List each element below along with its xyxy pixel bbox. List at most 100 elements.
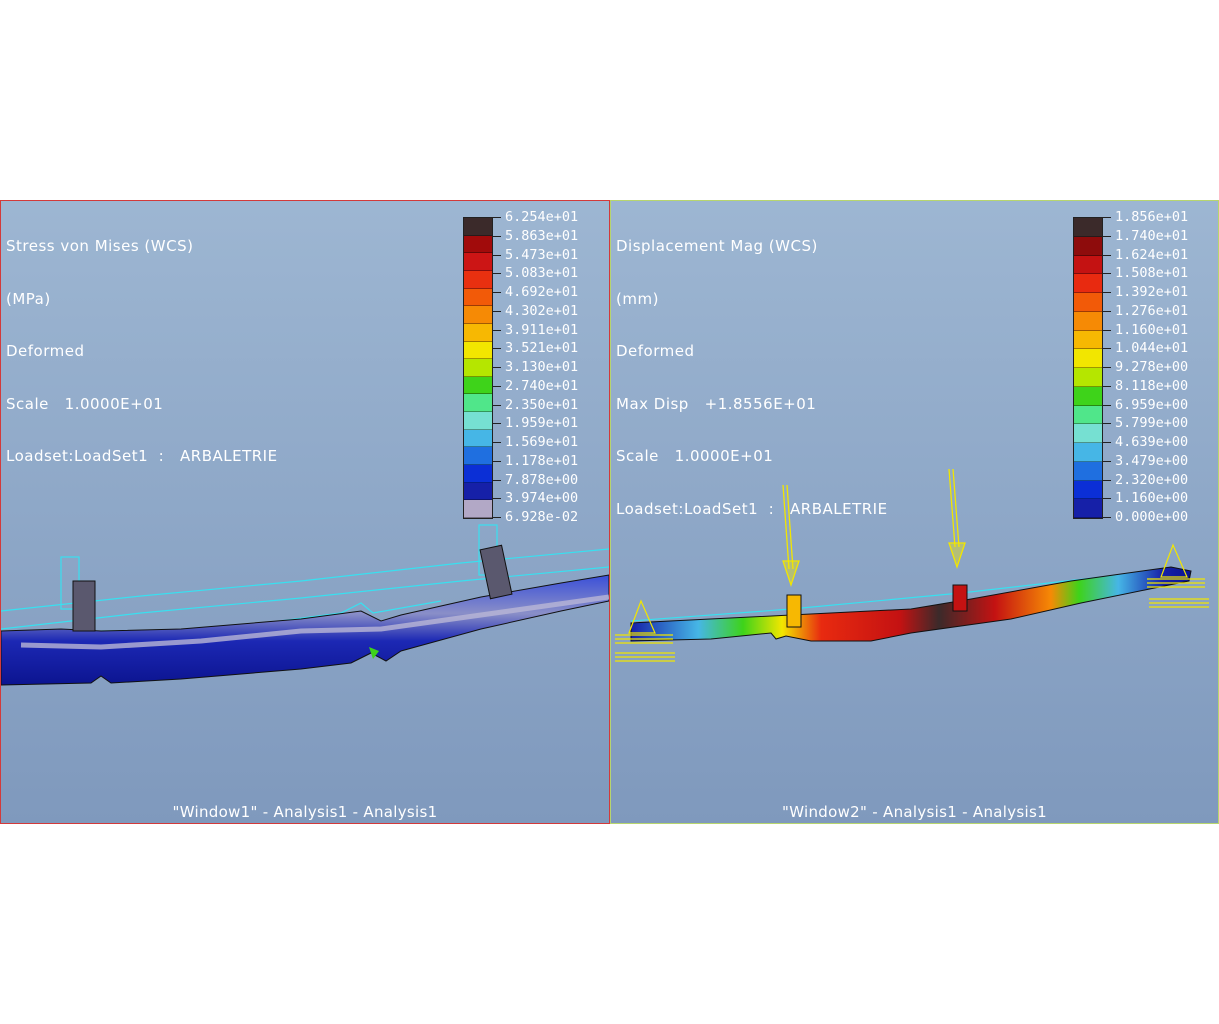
- legend-swatch: [464, 270, 492, 289]
- legend-swatch: [1074, 330, 1102, 350]
- legend-swatch: [464, 429, 492, 448]
- legend-swatch: [464, 341, 492, 360]
- legend-tick: [1103, 517, 1111, 518]
- legend-value: 1.959e+01: [505, 415, 579, 432]
- legend-value: 0.000e+00: [1115, 509, 1189, 525]
- legend-swatch: [1074, 461, 1102, 481]
- legend-tick: [1103, 254, 1111, 256]
- load-arrow-left: [782, 484, 800, 588]
- legend-tick: [1103, 329, 1111, 331]
- legend-value: 5.083e+01: [505, 265, 579, 282]
- legend-value: 8.118e+00: [1115, 377, 1189, 394]
- legend-value: 3.911e+01: [505, 321, 579, 338]
- deformed-beam: [630, 566, 1192, 642]
- legend-tick: [493, 235, 501, 237]
- deformed-post-left: [72, 580, 96, 632]
- legend-value: 6.254e+01: [505, 209, 579, 225]
- legend-tick: [1103, 498, 1111, 500]
- legend-swatch: [1074, 236, 1102, 256]
- legend-value: 4.639e+00: [1115, 434, 1189, 450]
- legend-swatch: [464, 482, 492, 501]
- legend-value: 1.856e+01: [1115, 209, 1189, 225]
- legend-colorbar: [463, 217, 493, 519]
- legend-value: 1.044e+01: [1115, 340, 1189, 357]
- legend-value: 3.521e+01: [505, 340, 579, 357]
- legend-value: 1.160e+01: [1115, 321, 1189, 338]
- legend-swatch: [464, 447, 492, 466]
- viewport-window1[interactable]: Stress von Mises (WCS) (MPa) Deformed Sc…: [0, 200, 610, 824]
- legend-tick: [493, 423, 501, 425]
- legend-swatch: [464, 412, 492, 430]
- legend-tick: [493, 460, 501, 462]
- legend-tick: [493, 292, 501, 293]
- legend-tick: [493, 348, 501, 350]
- window-footer: "Window2" - Analysis1 - Analysis1: [782, 803, 1047, 821]
- legend-swatch: [464, 465, 492, 483]
- legend-swatch: [464, 218, 492, 236]
- legend-swatch: [464, 359, 492, 377]
- legend-value: 3.974e+00: [505, 490, 579, 507]
- legend-tick: [1103, 348, 1111, 350]
- legend-swatch: [1074, 386, 1102, 406]
- legend-tick: [493, 310, 501, 312]
- legend-tick: [493, 442, 501, 443]
- legend-value: 1.178e+01: [505, 452, 579, 469]
- post-right: [952, 584, 968, 612]
- legend-colorbar: [1073, 217, 1103, 519]
- legend-value: 1.392e+01: [1115, 284, 1189, 300]
- legend-value: 2.320e+00: [1115, 471, 1189, 488]
- window-footer: "Window1" - Analysis1 - Analysis1: [172, 803, 438, 821]
- legend-swatch: [464, 235, 492, 254]
- legend-value: 6.928e-02: [505, 509, 579, 525]
- legend-swatch: [1074, 349, 1102, 368]
- legend-value: 3.130e+01: [505, 359, 579, 375]
- post-left: [786, 594, 802, 628]
- viewport-window2[interactable]: Displacement Mag (WCS) (mm) Deformed Max…: [610, 200, 1219, 824]
- legend-tick: [493, 479, 501, 481]
- legend-tick: [1103, 367, 1111, 368]
- legend-value: 5.799e+00: [1115, 415, 1189, 432]
- legend-swatch: [1074, 424, 1102, 443]
- legend-value: 4.302e+01: [505, 302, 579, 319]
- legend-value: 1.160e+00: [1115, 490, 1189, 507]
- legend-swatch: [1074, 218, 1102, 237]
- legend-tick: [493, 498, 501, 500]
- legend-tick: [493, 385, 501, 387]
- load-arrow-right: [948, 468, 966, 570]
- legend-value: 1.569e+01: [505, 434, 579, 450]
- legend-tick: [1103, 385, 1111, 387]
- legend-swatch: [1074, 443, 1102, 462]
- legend-swatch: [1074, 368, 1102, 387]
- legend-value: 1.624e+01: [1115, 246, 1189, 263]
- legend-swatch: [464, 253, 492, 271]
- legend-tick: [493, 254, 501, 256]
- legend-value: 4.692e+01: [505, 284, 579, 300]
- legend-swatch: [464, 306, 492, 324]
- legend-swatch: [464, 500, 492, 518]
- legend-tick: [1103, 423, 1111, 425]
- legend-tick: [493, 404, 501, 406]
- legend-swatch: [1074, 311, 1102, 331]
- legend-tick: [1103, 235, 1111, 237]
- legend-swatch: [1074, 274, 1102, 293]
- legend-swatch: [1074, 405, 1102, 425]
- legend-value: 7.878e+00: [505, 471, 579, 488]
- legend-value: 2.740e+01: [505, 377, 579, 394]
- legend-tick: [1103, 460, 1111, 462]
- legend-value: 2.350e+01: [505, 396, 579, 413]
- legend-value: 6.959e+00: [1115, 396, 1189, 413]
- legend-tick: [493, 217, 501, 218]
- legend-tick: [493, 273, 501, 275]
- legend-swatch: [1074, 480, 1102, 500]
- legend-tick: [1103, 404, 1111, 406]
- legend-swatch: [464, 323, 492, 342]
- legend-tick: [1103, 273, 1111, 275]
- legend-tick: [493, 517, 501, 518]
- legend-tick: [1103, 479, 1111, 481]
- legend-value: 5.863e+01: [505, 227, 579, 244]
- legend-value: 1.740e+01: [1115, 227, 1189, 244]
- legend-swatch: [1074, 255, 1102, 275]
- legend-swatch: [464, 394, 492, 413]
- legend-swatch: [1074, 293, 1102, 312]
- legend-value: 1.276e+01: [1115, 302, 1189, 319]
